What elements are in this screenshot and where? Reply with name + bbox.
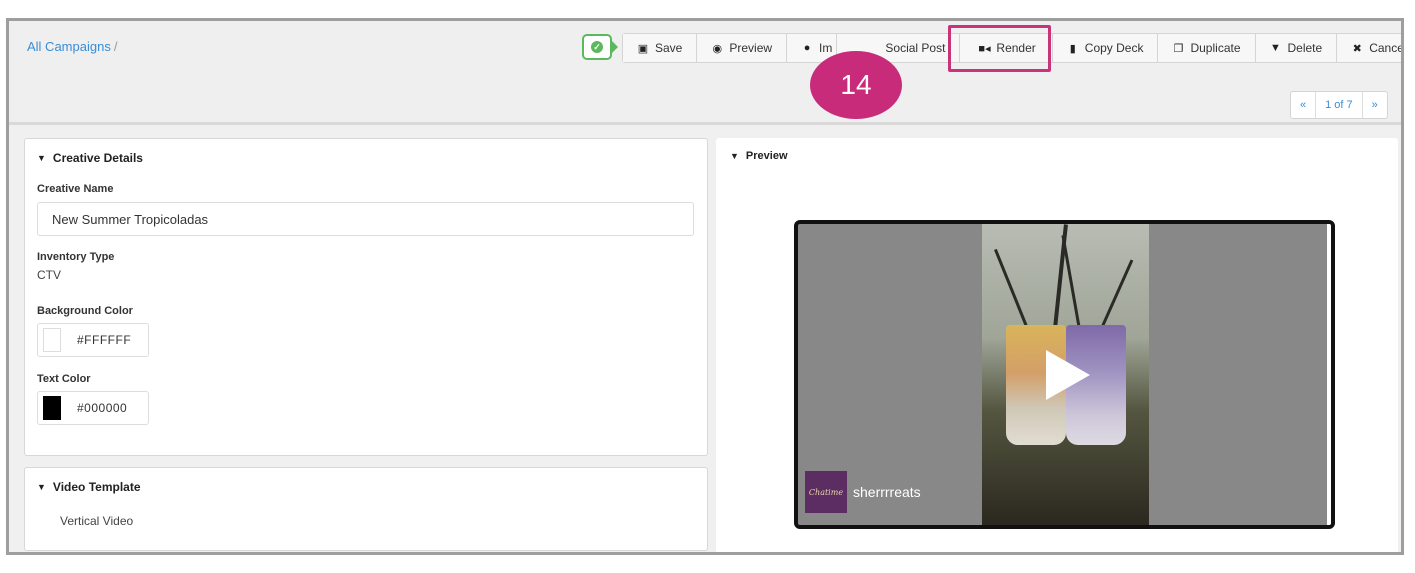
video-camera-icon: ■◂ <box>978 42 991 55</box>
creative-details-header[interactable]: ▼ Creative Details <box>37 151 695 165</box>
inventory-type-label: Inventory Type <box>37 251 115 263</box>
preview-label: Preview <box>729 41 773 55</box>
duplicate-label: Duplicate <box>1190 41 1241 55</box>
preview-button[interactable]: ◉ Preview <box>697 34 788 62</box>
pager-next[interactable]: » <box>1363 92 1387 118</box>
delete-label: Delete <box>1287 41 1323 55</box>
pager: « 1 of 7 » <box>1290 91 1388 119</box>
background-color-swatch[interactable] <box>43 328 61 352</box>
circle-arrow-icon: ● <box>803 42 811 54</box>
breadcrumb-all-campaigns[interactable]: All Campaigns <box>27 39 111 54</box>
cancel-button[interactable]: ✖ Cancel <box>1337 34 1404 62</box>
text-color-label: Text Color <box>37 373 91 385</box>
pager-current: 1 of 7 <box>1316 92 1363 118</box>
inventory-type-value: CTV <box>37 268 61 282</box>
preview-title: Preview <box>745 150 788 162</box>
play-icon[interactable] <box>1046 350 1090 400</box>
trash-icon: ▼ <box>1270 42 1281 54</box>
render-label: Render <box>996 41 1036 55</box>
preview-panel: ▼ Preview Chatime sherrrreats <box>716 138 1398 552</box>
status-indicator[interactable]: ✓ <box>582 34 618 60</box>
save-button[interactable]: ▣ Save <box>623 34 698 62</box>
background-color-label: Background Color <box>37 305 133 317</box>
app-frame: All Campaigns / ✓ ▣ Save ◉ Preview ● Im S… <box>6 18 1404 555</box>
video-template-value: Vertical Video <box>60 514 134 528</box>
brand-name: sherrrreats <box>853 484 921 500</box>
video-template-title: Video Template <box>52 480 141 494</box>
text-color-swatch[interactable] <box>43 396 61 420</box>
top-bar: All Campaigns / ✓ ▣ Save ◉ Preview ● Im S… <box>9 21 1401 125</box>
preview-header[interactable]: ▼ Preview <box>730 150 1384 162</box>
copy-deck-label: Copy Deck <box>1084 41 1144 55</box>
copy-deck-button[interactable]: ▮ Copy Deck <box>1052 34 1159 62</box>
breadcrumb: All Campaigns / <box>27 39 117 54</box>
import-label: Im <box>819 41 833 55</box>
pager-prev[interactable]: « <box>1291 92 1317 118</box>
delete-button[interactable]: ▼ Delete <box>1255 34 1338 62</box>
background-color-field[interactable]: #FFFFFF <box>37 323 149 357</box>
video-template-panel: ▼ Video Template Vertical Video <box>24 467 708 551</box>
video-player[interactable]: Chatime sherrrreats <box>794 220 1335 529</box>
player-edge <box>1327 224 1331 525</box>
action-toolbar: ▣ Save ◉ Preview ● Im Social Post ■◂ Ren… <box>622 33 1404 63</box>
check-circle-icon: ✓ <box>591 41 603 53</box>
breadcrumb-separator: / <box>113 39 118 54</box>
render-button[interactable]: ■◂ Render <box>960 34 1053 62</box>
caret-down-icon: ▼ <box>730 151 739 161</box>
creative-details-panel: ▼ Creative Details Creative Name New Sum… <box>24 138 708 456</box>
floppy-icon: ▣ <box>637 42 649 55</box>
caret-down-icon: ▼ <box>37 482 46 492</box>
creative-details-title: Creative Details <box>52 151 143 165</box>
duplicate-button[interactable]: ❐ Duplicate <box>1158 34 1256 62</box>
creative-name-label: Creative Name <box>37 183 114 195</box>
cancel-label: Cancel <box>1369 41 1404 55</box>
social-post-label: Social Post <box>885 41 946 55</box>
x-icon: ✖ <box>1352 42 1362 55</box>
step-callout: 14 <box>810 51 902 119</box>
text-color-field[interactable]: #000000 <box>37 391 149 425</box>
brand-logo: Chatime <box>805 471 847 513</box>
background-color-value: #FFFFFF <box>77 333 132 347</box>
clipboard-icon: ▮ <box>1069 42 1076 55</box>
video-template-header[interactable]: ▼ Video Template <box>37 480 695 494</box>
status-badge: ✓ <box>582 34 612 60</box>
caret-down-icon: ▼ <box>37 153 46 163</box>
eye-icon: ◉ <box>712 42 723 55</box>
text-color-value: #000000 <box>77 401 128 415</box>
copy-icon: ❐ <box>1173 42 1184 55</box>
save-label: Save <box>655 41 683 55</box>
creative-name-input[interactable]: New Summer Tropicoladas <box>37 202 694 236</box>
status-arrow-icon <box>612 41 618 53</box>
